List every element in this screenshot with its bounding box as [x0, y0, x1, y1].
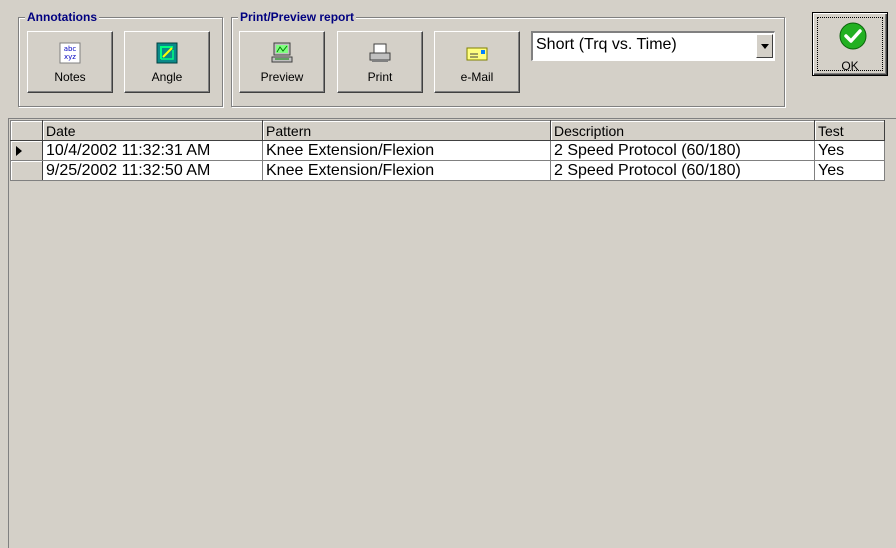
report-type-dropdown-button[interactable]: [756, 34, 773, 58]
preview-label: Preview: [260, 70, 304, 84]
printer-icon: [369, 43, 391, 62]
cell-pattern[interactable]: Knee Extension/Flexion: [262, 140, 551, 161]
cell-test[interactable]: Yes: [814, 140, 885, 161]
row-indicator: [10, 140, 43, 161]
notes-label: Notes: [54, 70, 86, 84]
indicator-header: [10, 120, 43, 141]
row-indicator-icon: [16, 146, 22, 156]
angle-icon: [156, 42, 178, 64]
print-preview-group-title: Print/Preview report: [238, 10, 357, 24]
header-row: Date Pattern Description Test: [10, 120, 885, 141]
check-icon: [839, 22, 867, 50]
print-button[interactable]: Print: [337, 31, 423, 93]
notes-button[interactable]: abc xyz Notes: [27, 31, 113, 93]
cell-pattern[interactable]: Knee Extension/Flexion: [262, 160, 551, 181]
svg-text:xyz: xyz: [64, 53, 76, 61]
column-header-pattern[interactable]: Pattern: [262, 120, 551, 141]
email-button[interactable]: e-Mail: [434, 31, 520, 93]
email-icon: [466, 47, 488, 61]
cell-date[interactable]: 9/25/2002 11:32:50 AM: [42, 160, 263, 181]
report-type-select[interactable]: Short (Trq vs. Time): [531, 31, 775, 61]
cell-description[interactable]: 2 Speed Protocol (60/180): [550, 160, 815, 181]
column-header-description[interactable]: Description: [550, 120, 815, 141]
sessions-grid[interactable]: [8, 118, 896, 548]
cell-test[interactable]: Yes: [814, 160, 885, 181]
column-header-test[interactable]: Test: [814, 120, 885, 141]
angle-button[interactable]: Angle: [124, 31, 210, 93]
preview-button[interactable]: Preview: [239, 31, 325, 93]
row-indicator: [10, 160, 43, 181]
svg-text:abc: abc: [64, 45, 77, 53]
abc-xyz-icon: abc xyz: [59, 42, 81, 64]
ok-button[interactable]: OK: [812, 12, 888, 76]
column-header-date[interactable]: Date: [42, 120, 263, 141]
ok-label: OK: [841, 59, 859, 73]
table-row[interactable]: 10/4/2002 11:32:31 AM Knee Extension/Fle…: [10, 140, 885, 161]
cell-description[interactable]: 2 Speed Protocol (60/180): [550, 140, 815, 161]
preview-icon: [271, 42, 293, 63]
print-label: Print: [367, 70, 393, 84]
annotations-group-title: Annotations: [25, 10, 99, 24]
sessions-table: Date Pattern Description Test 10/4/2002 …: [10, 120, 885, 181]
table-row[interactable]: 9/25/2002 11:32:50 AM Knee Extension/Fle…: [10, 160, 885, 181]
email-label: e-Mail: [460, 70, 494, 84]
report-type-value: Short (Trq vs. Time): [536, 36, 677, 53]
angle-label: Angle: [151, 70, 183, 84]
cell-date[interactable]: 10/4/2002 11:32:31 AM: [42, 140, 263, 161]
chevron-down-icon: [761, 44, 769, 49]
